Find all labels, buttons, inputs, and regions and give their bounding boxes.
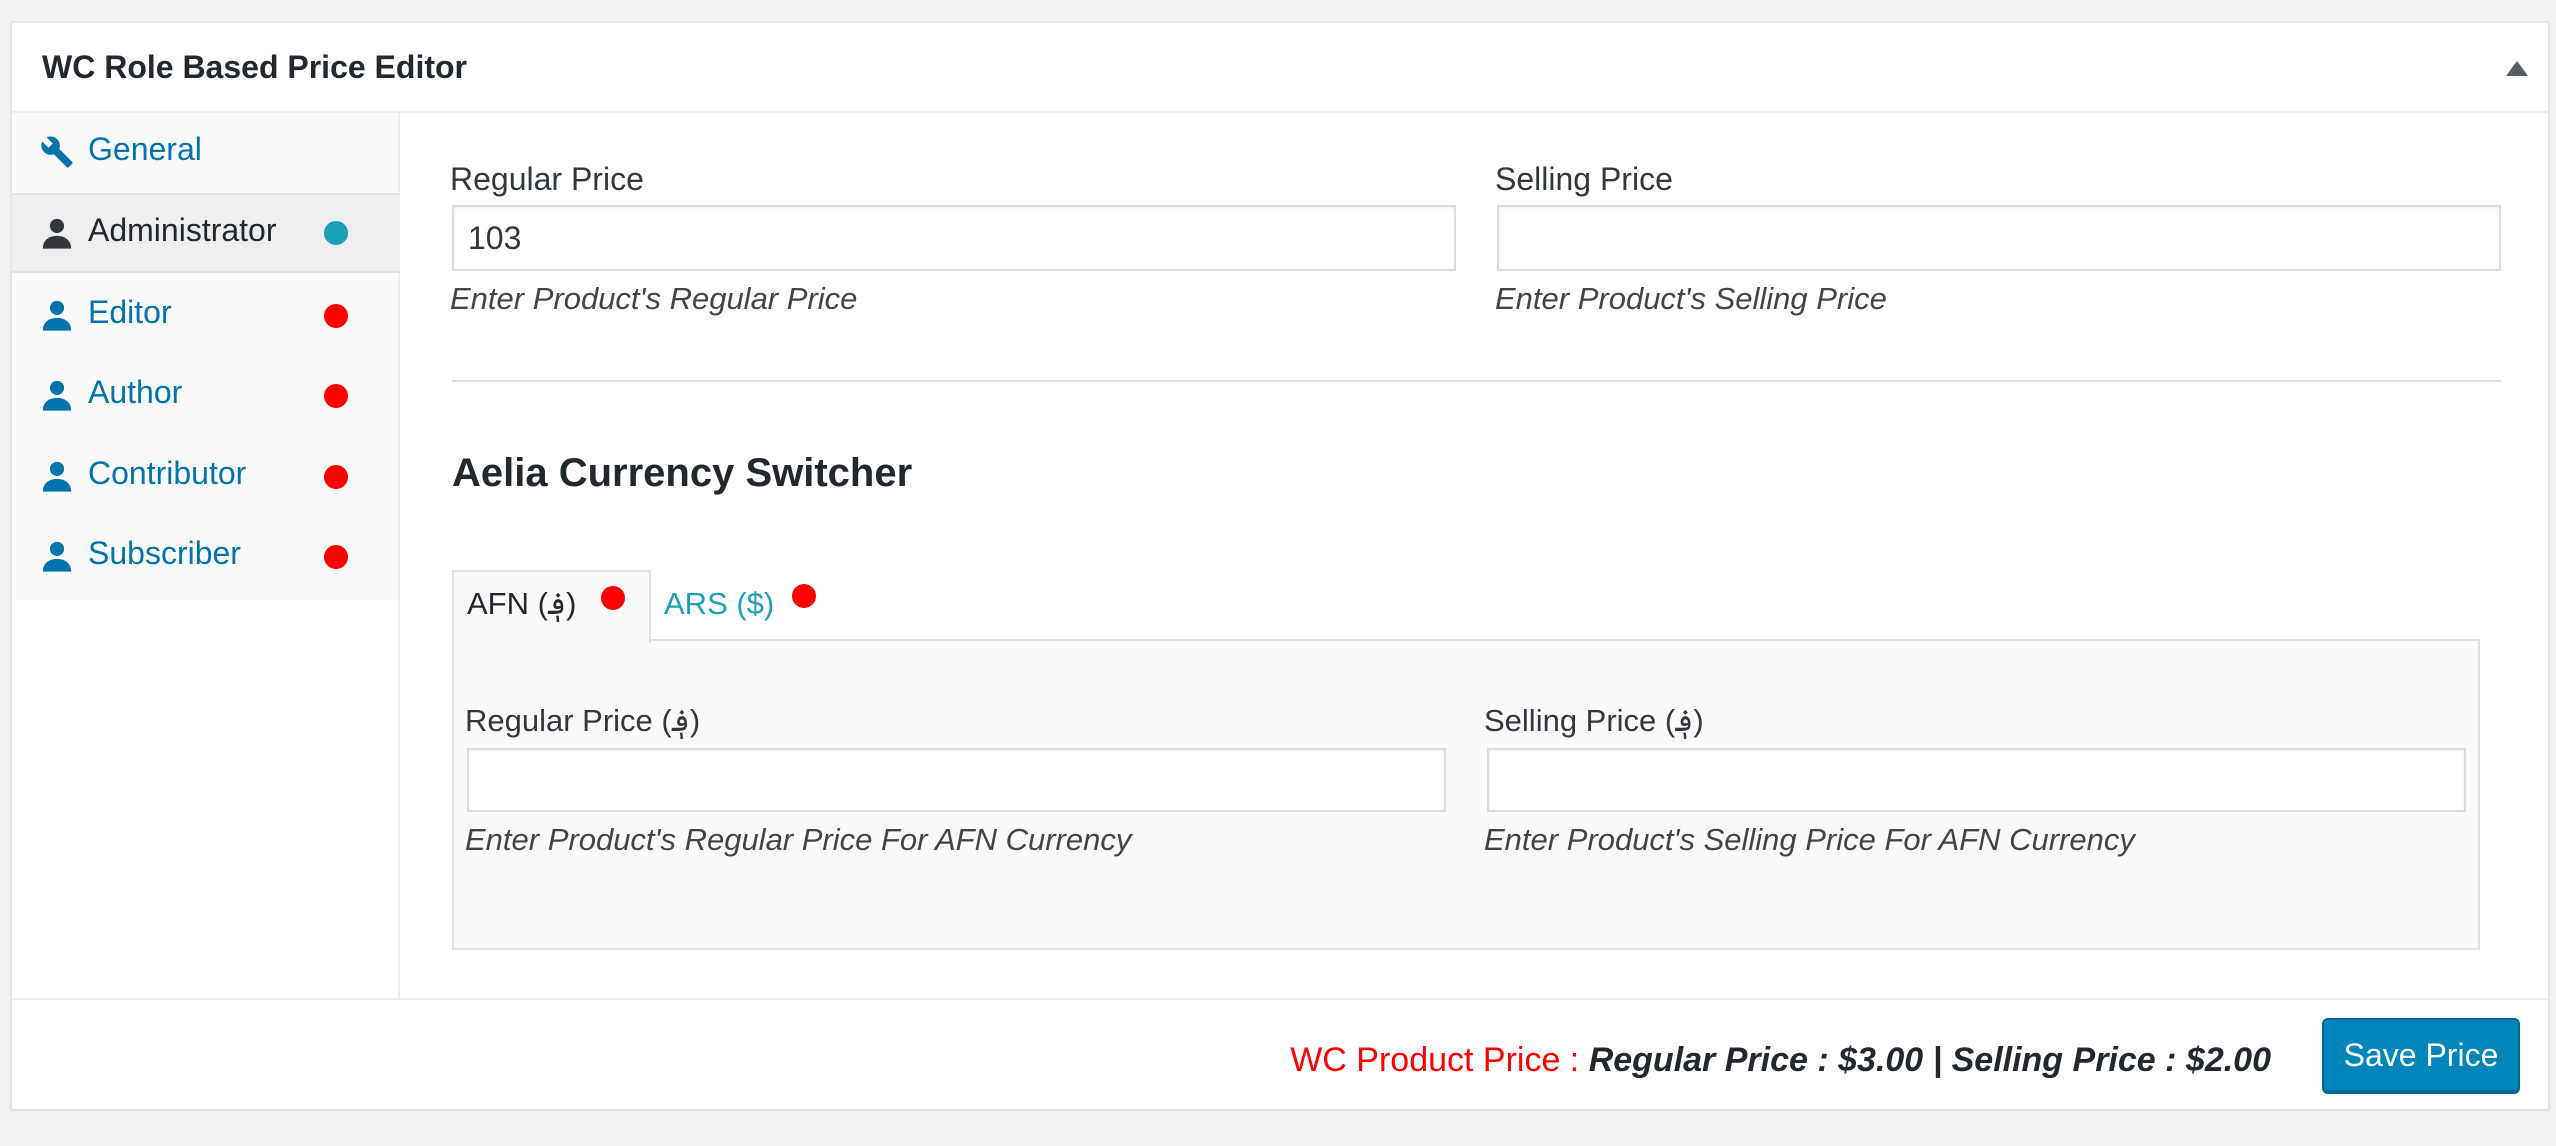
role-price-editor-panel: WC Role Based Price Editor General Admin…: [10, 21, 2550, 1111]
sidebar-item-label: Subscriber: [88, 535, 241, 571]
user-icon: [42, 300, 72, 331]
sidebar-item-label: Author: [88, 374, 183, 410]
wc-product-price-summary: WC Product Price : Regular Price : $3.00…: [1290, 1041, 2271, 1080]
sidebar-item-general[interactable]: General: [12, 113, 398, 193]
sidebar-item-label: Administrator: [88, 212, 277, 248]
price-summary-values: Regular Price : $3.00 | Selling Price : …: [1588, 1041, 2271, 1079]
sidebar-item-author[interactable]: Author: [12, 356, 398, 436]
status-dot: [324, 545, 348, 569]
user-icon: [42, 218, 72, 249]
panel-title: WC Role Based Price Editor: [42, 49, 467, 85]
sidebar-item-label: General: [88, 131, 202, 167]
price-summary-prefix: WC Product Price :: [1290, 1041, 1589, 1079]
user-icon: [42, 380, 72, 411]
afn-regular-price-input[interactable]: [467, 748, 1446, 812]
sidebar-item-subscriber[interactable]: Subscriber: [12, 517, 398, 597]
status-dot: [324, 304, 348, 328]
user-icon: [42, 541, 72, 572]
status-dot: [601, 586, 625, 610]
selling-price-label: Selling Price: [1495, 161, 1673, 197]
sidebar-item-label: Editor: [88, 294, 172, 330]
status-dot: [792, 584, 816, 608]
afn-regular-price-label: Regular Price (؋): [465, 703, 701, 738]
status-dot: [324, 465, 348, 489]
section-divider: [452, 380, 2501, 382]
currency-section-title: Aelia Currency Switcher: [452, 451, 913, 495]
panel-header: WC Role Based Price Editor: [12, 23, 2548, 113]
selling-price-description: Enter Product's Selling Price: [1495, 281, 1887, 316]
save-price-button[interactable]: Save Price: [2322, 1018, 2520, 1092]
sidebar-item-administrator[interactable]: Administrator: [12, 193, 400, 273]
tab-label: ARS ($): [664, 586, 775, 621]
wrench-icon: [41, 136, 73, 168]
sidebar-item-contributor[interactable]: Contributor: [12, 437, 398, 517]
afn-regular-price-description: Enter Product's Regular Price For AFN Cu…: [465, 822, 1132, 857]
tab-label: AFN (؋): [467, 586, 577, 621]
status-dot: [324, 384, 348, 408]
sidebar-divider: [398, 600, 400, 1018]
sidebar-item-label: Contributor: [88, 455, 247, 491]
user-icon: [42, 461, 72, 492]
regular-price-input[interactable]: [452, 205, 1456, 271]
afn-selling-price-input[interactable]: [1487, 748, 2466, 812]
regular-price-description: Enter Product's Regular Price: [450, 281, 858, 316]
afn-selling-price-description: Enter Product's Selling Price For AFN Cu…: [1484, 822, 2135, 857]
afn-selling-price-label: Selling Price (؋): [1484, 703, 1704, 738]
role-sidebar: General Administrator Editor Author Cont…: [12, 113, 400, 600]
collapse-toggle-icon[interactable]: [2506, 61, 2528, 76]
sidebar-item-editor[interactable]: Editor: [12, 276, 398, 356]
regular-price-label: Regular Price: [450, 161, 644, 197]
tab-afn[interactable]: AFN (؋): [452, 570, 651, 643]
tab-ars[interactable]: ARS ($): [652, 570, 842, 642]
selling-price-input[interactable]: [1497, 205, 2501, 271]
status-dot: [324, 221, 348, 245]
panel-footer: WC Product Price : Regular Price : $3.00…: [12, 998, 2548, 1109]
